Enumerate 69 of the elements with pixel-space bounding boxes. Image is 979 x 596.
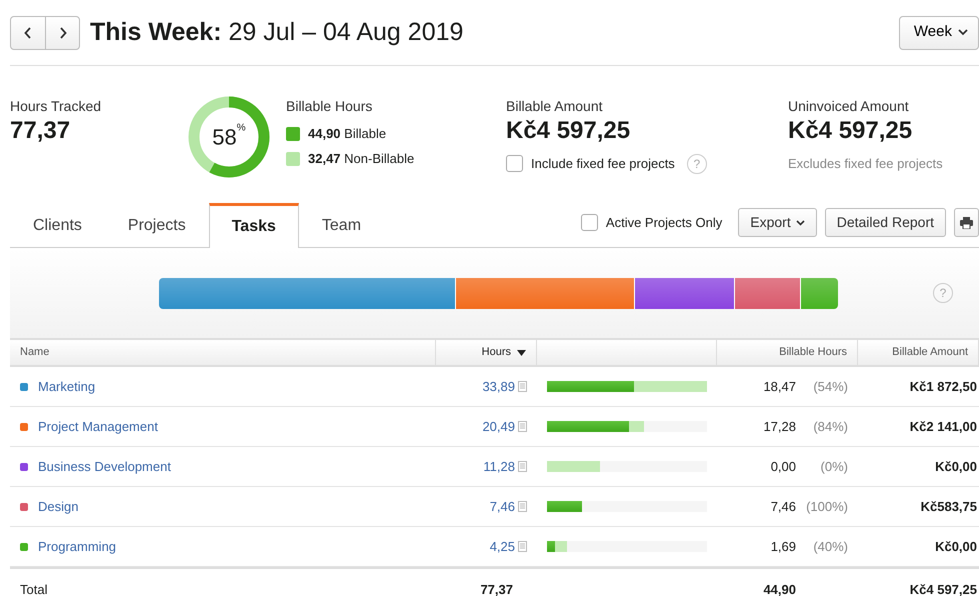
percent-sign: % bbox=[236, 122, 246, 136]
stat-label: Uninvoiced Amount bbox=[788, 97, 910, 116]
document-icon[interactable] bbox=[518, 461, 527, 472]
stat-label: Hours Tracked bbox=[10, 97, 102, 116]
legend-label: 32,47 Non-Billable bbox=[308, 150, 414, 168]
tab[interactable]: Clients bbox=[10, 203, 105, 248]
amount-cell: Kč583,75 bbox=[858, 487, 979, 527]
total-label: Total bbox=[10, 567, 436, 596]
billable-hours: 0,00 bbox=[770, 458, 796, 476]
billable-hours: 7,46 bbox=[770, 498, 796, 516]
percent-text: (0%) bbox=[820, 458, 848, 476]
total-billable-hours: 44,90 bbox=[717, 567, 858, 596]
page-title: This Week: 29 Jul – 04 Aug 2019 bbox=[90, 16, 464, 46]
document-icon[interactable] bbox=[518, 381, 527, 392]
column-header[interactable]: Hours bbox=[436, 340, 537, 367]
amount-cell: Kč1 872,50 bbox=[858, 367, 979, 407]
amount-cell: Kč0,00 bbox=[858, 447, 979, 487]
total-amount: Kč4 597,25 bbox=[858, 567, 979, 596]
column-header[interactable]: Billable Hours bbox=[717, 340, 858, 367]
amount-cell: Kč0,00 bbox=[858, 527, 979, 567]
note-text: Excludes fixed fee projects bbox=[788, 154, 943, 173]
document-icon[interactable] bbox=[518, 541, 527, 552]
printer-icon bbox=[960, 216, 973, 228]
task-link[interactable]: Design bbox=[38, 496, 78, 516]
chevron-right-icon bbox=[58, 26, 66, 38]
billable-hours: 1,69 bbox=[770, 538, 796, 556]
percent-text: (54%) bbox=[812, 378, 848, 396]
donut-percent: 58 bbox=[212, 124, 237, 152]
report-button[interactable]: Detailed Report bbox=[824, 208, 946, 237]
billable-hours: 18,47 bbox=[763, 378, 796, 396]
stat-label: Billable Hours bbox=[286, 97, 374, 116]
stat-value: 77,37 bbox=[10, 117, 72, 146]
checkbox[interactable] bbox=[506, 155, 523, 172]
percent-text: (84%) bbox=[812, 418, 848, 436]
document-icon[interactable] bbox=[518, 421, 527, 432]
legend-label: 44,90 Billable bbox=[308, 124, 386, 143]
percent-text: (40%) bbox=[812, 538, 848, 556]
hours-value[interactable]: 20,49 bbox=[482, 416, 515, 436]
tab[interactable]: Projects bbox=[104, 203, 209, 248]
task-link[interactable]: Project Management bbox=[38, 416, 158, 436]
checkbox[interactable] bbox=[580, 214, 598, 231]
period-dropdown[interactable]: Week bbox=[898, 16, 979, 50]
task-link[interactable]: Programming bbox=[38, 536, 116, 556]
total-hours: 77,37 bbox=[436, 567, 537, 596]
checkbox-label[interactable]: Active Projects Only bbox=[606, 212, 722, 232]
stat-label: Billable Amount bbox=[506, 97, 604, 116]
amount-cell: Kč2 141,00 bbox=[858, 407, 979, 447]
hours-value[interactable]: 11,28 bbox=[483, 456, 515, 476]
task-link[interactable]: Marketing bbox=[38, 376, 96, 396]
hours-value[interactable]: 33,89 bbox=[482, 376, 515, 396]
billable-hours: 17,28 bbox=[763, 418, 796, 436]
tab[interactable]: Tasks bbox=[208, 203, 299, 248]
caret-icon bbox=[958, 29, 968, 36]
column-header[interactable]: Billable Amount bbox=[858, 340, 979, 367]
document-icon[interactable] bbox=[518, 501, 527, 512]
checkbox-label[interactable]: Include fixed fee projects bbox=[531, 154, 675, 174]
chevron-left-icon bbox=[24, 26, 32, 38]
hours-value[interactable]: 4,25 bbox=[490, 536, 515, 556]
caret-icon bbox=[796, 220, 805, 226]
print-button[interactable] bbox=[954, 208, 979, 237]
hours-value[interactable]: 7,46 bbox=[490, 496, 515, 516]
tab[interactable]: Team bbox=[298, 203, 384, 248]
column-header[interactable]: Name bbox=[10, 340, 436, 367]
percent-text: (100%) bbox=[805, 498, 848, 516]
stat-value: Kč4 597,25 bbox=[788, 117, 914, 146]
export-dropdown[interactable]: Export bbox=[738, 208, 817, 237]
stat-value: Kč4 597,25 bbox=[506, 117, 632, 146]
task-link[interactable]: Business Development bbox=[38, 456, 171, 476]
column-header[interactable] bbox=[537, 340, 717, 367]
